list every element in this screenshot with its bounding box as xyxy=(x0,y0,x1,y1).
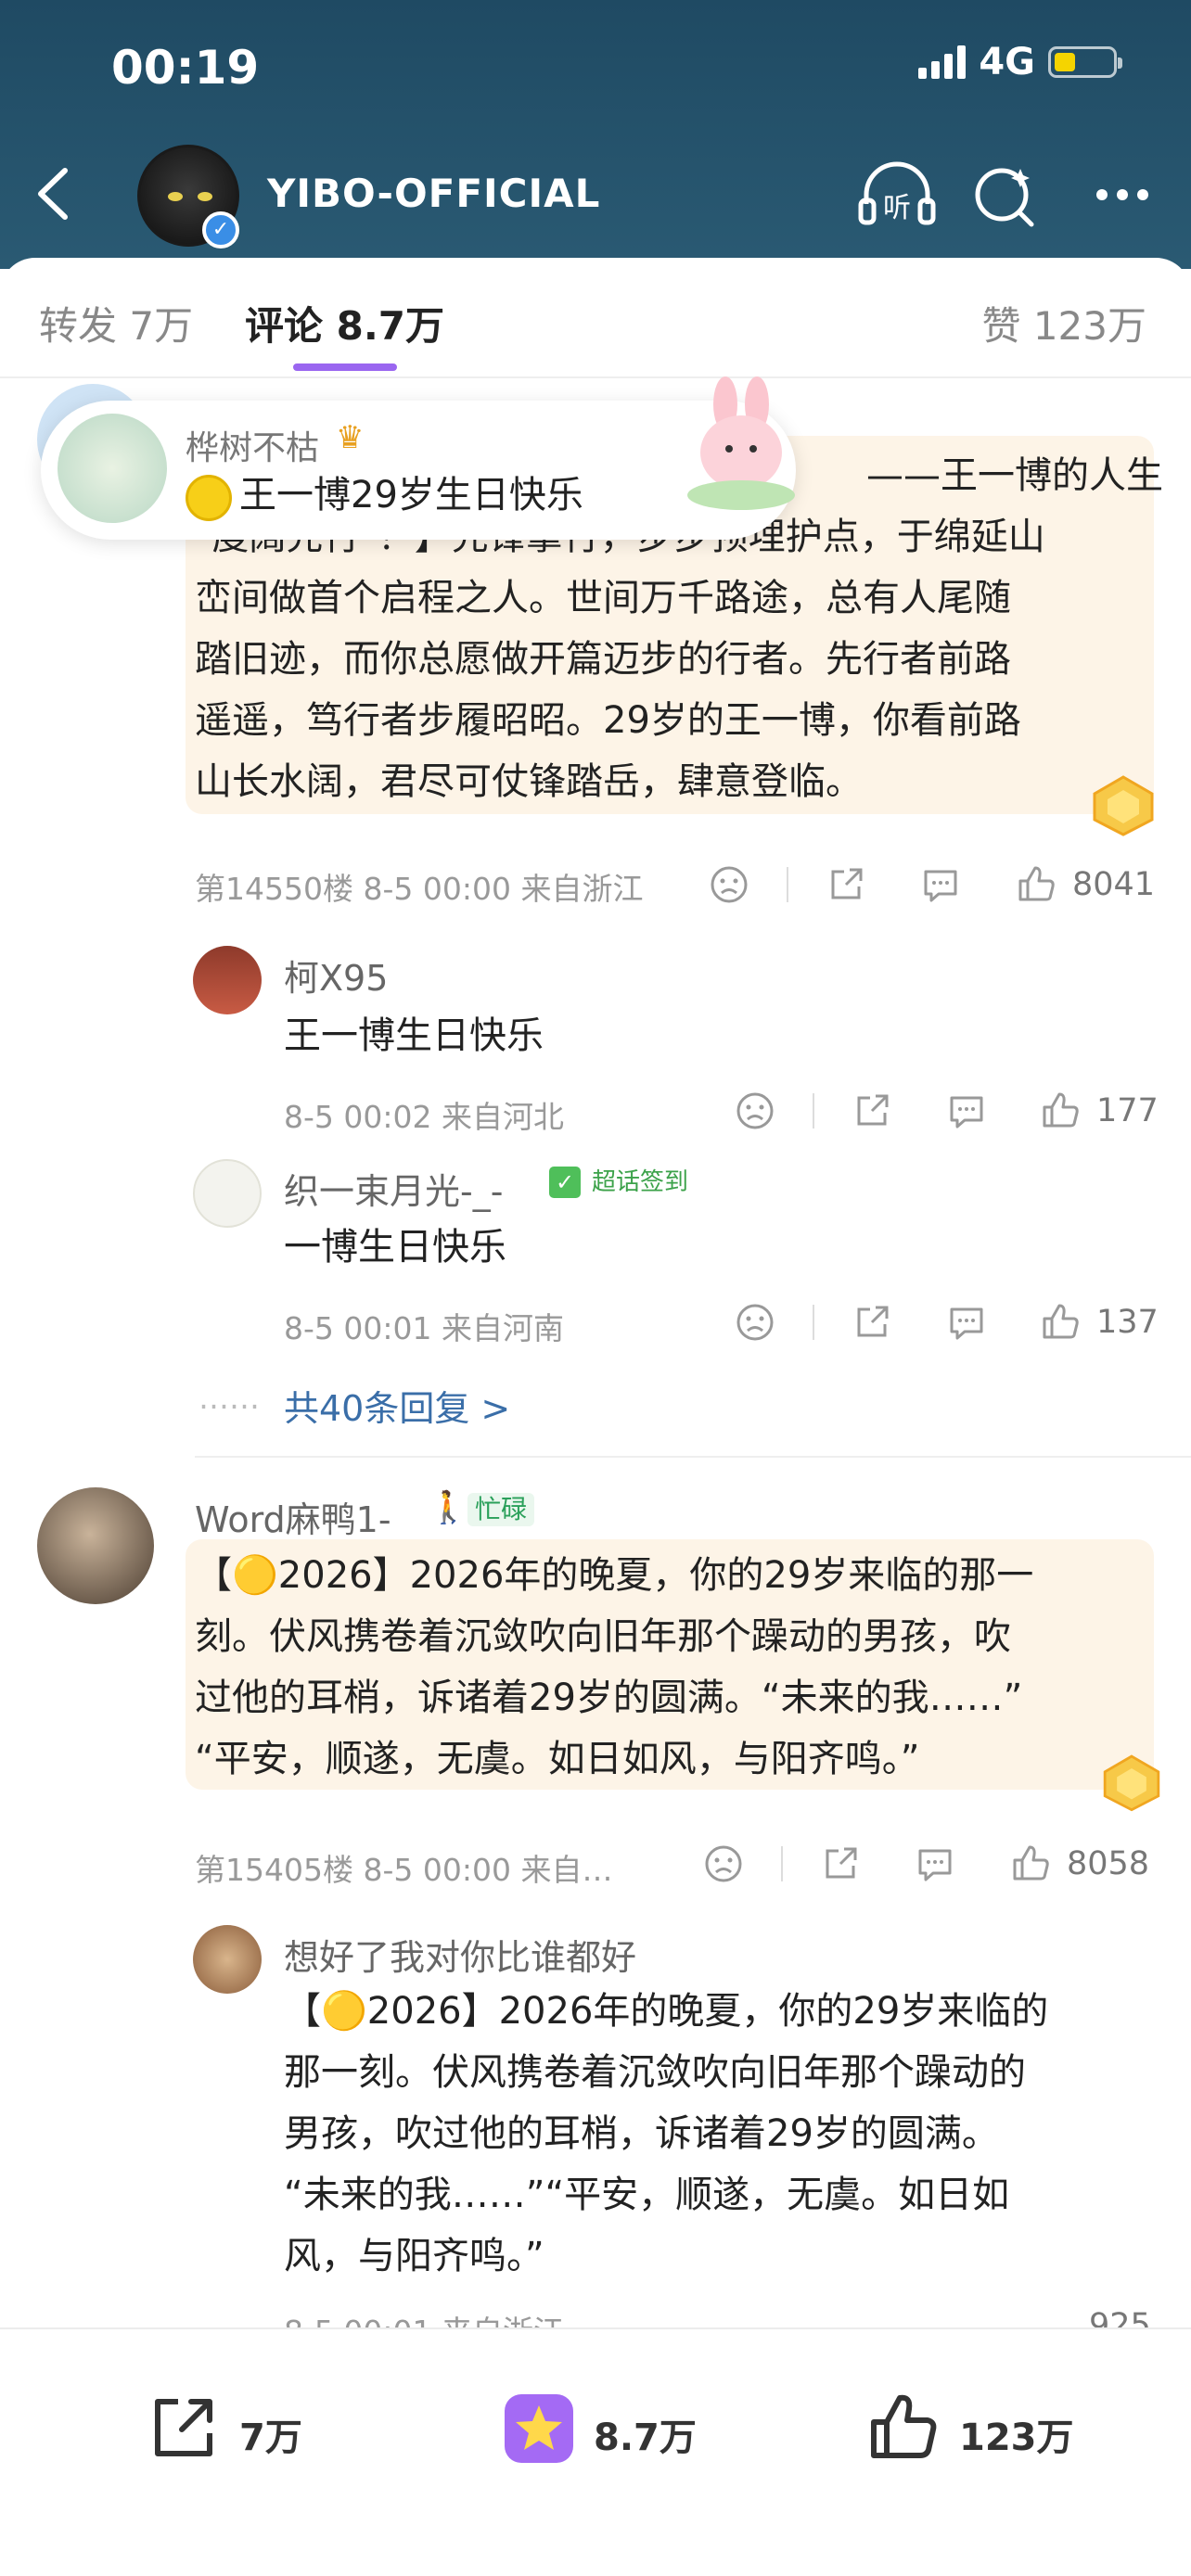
popup-message: 王一博29岁生日快乐 xyxy=(239,474,583,516)
like-count: 177 xyxy=(1096,1092,1159,1129)
tab-likes[interactable]: 赞 123万 xyxy=(981,295,1146,351)
bottom-action-bar: 7万 8.7万 123万 xyxy=(0,2327,1191,2576)
avatar[interactable] xyxy=(193,1159,262,1228)
like-icon[interactable] xyxy=(1015,862,1057,905)
tab-comments[interactable]: 评论 8.7万 xyxy=(245,295,444,351)
comment-user[interactable]: Word麻鸭1- xyxy=(195,1491,391,1542)
like-icon[interactable] xyxy=(1039,1300,1082,1343)
status-icons: 4G xyxy=(918,41,1122,83)
like-count: 8058 xyxy=(1067,1845,1150,1882)
popup-avatar xyxy=(58,414,167,523)
divider xyxy=(195,1456,1191,1458)
comment-text-line: 刻。伏风携卷着沉敛吹向旧年那个躁动的男孩，吹 xyxy=(195,1615,1011,1658)
share-icon[interactable] xyxy=(826,864,866,905)
like-icon[interactable] xyxy=(1039,1089,1082,1131)
bunny-sticker-icon xyxy=(687,376,795,510)
comment-text-line: 【🟡2026】2026年的晚夏，你的29岁来临的那一 xyxy=(195,1554,1034,1597)
comment-text-line: 遥遥，笃行者步履昭昭。29岁的王一博，你看前路 xyxy=(195,699,1021,742)
more-replies-dots: …… xyxy=(198,1380,260,1416)
like-count: 8041 xyxy=(1072,866,1156,903)
reply-icon[interactable] xyxy=(946,1090,987,1131)
reply-icon[interactable] xyxy=(915,1843,955,1884)
comment-meta: 第14550楼 8-5 00:00 来自浙江 xyxy=(195,871,644,907)
signal-icon xyxy=(918,45,967,79)
like-count: 137 xyxy=(1096,1304,1159,1341)
like-total[interactable]: 123万 xyxy=(959,2407,1074,2461)
reply-text: 一博生日快乐 xyxy=(284,1226,506,1269)
popup-user: 桦树不枯 xyxy=(186,429,320,467)
battery-icon xyxy=(1048,46,1122,78)
search-icon[interactable] xyxy=(965,158,1048,232)
reply-text-line: 男孩，吹过他的耳梢，诉诸着29岁的圆满。 xyxy=(284,2112,999,2155)
reply-user[interactable]: 织一束月光-_- xyxy=(284,1163,503,1214)
comment-text-line: 过他的耳梢，诉诸着29岁的圆满。“未来的我……” xyxy=(195,1677,1023,1719)
verified-icon: ✓ xyxy=(202,211,239,249)
crown-badge-icon xyxy=(1103,1754,1160,1812)
reply-meta: 8-5 00:02 来自河北 xyxy=(284,1099,564,1135)
avatar[interactable] xyxy=(193,1925,262,1994)
like-thumb-icon[interactable] xyxy=(866,2389,942,2465)
more-icon[interactable] xyxy=(1083,158,1167,232)
reply-user[interactable]: 想好了我对你比谁都好 xyxy=(284,1929,636,1980)
comment-text-line: 峦间做首个启程之人。世间万千路途，总有人尾随 xyxy=(195,577,1011,619)
star-comment-icon[interactable] xyxy=(501,2391,577,2467)
reply-text-line: “未来的我……”“平安，顺遂，无虞。如日如 xyxy=(284,2174,1010,2216)
comment-text-line: 踏旧迹，而你总愿做开篇迈步的行者。先行者前路 xyxy=(195,638,1011,681)
like-icon[interactable] xyxy=(1009,1842,1052,1884)
dislike-face-icon[interactable] xyxy=(735,1090,775,1131)
crown-badge-icon xyxy=(1093,775,1154,836)
reply-user[interactable]: 柯X95 xyxy=(284,950,388,1001)
reply-text-line: 风，与阳齐鸣。” xyxy=(284,2235,544,2277)
repost-count[interactable]: 7万 xyxy=(239,2407,302,2461)
dislike-face-icon[interactable] xyxy=(703,1843,744,1884)
checkin-badge: 超话签到 xyxy=(592,1168,689,1196)
comment-text-line: “平安，顺遂，无虞。如日如风，与阳齐鸣。” xyxy=(195,1738,920,1780)
walking-icon: 🚶 xyxy=(429,1489,468,1526)
listen-icon[interactable]: 听 xyxy=(855,158,939,232)
crown-icon: ♛ xyxy=(336,419,365,456)
share-icon[interactable] xyxy=(820,1843,861,1884)
tab-bar: 转发 7万 评论 8.7万 赞 123万 xyxy=(0,258,1191,378)
share-icon[interactable] xyxy=(852,1302,892,1343)
app-header: 00:19 4G ✓ YIBO-OFFICIAL 听 xyxy=(0,0,1191,269)
avatar[interactable] xyxy=(193,946,262,1014)
status-badge: 忙碌 xyxy=(467,1493,535,1526)
dislike-face-icon[interactable] xyxy=(709,864,749,905)
gift-popup[interactable]: 桦树不枯 ♛ 王一博29岁生日快乐 xyxy=(41,376,796,540)
reply-text-line: 【🟡2026】2026年的晚夏，你的29岁来临的 xyxy=(284,1990,1049,2033)
reply-icon[interactable] xyxy=(946,1302,987,1343)
back-icon[interactable] xyxy=(26,161,82,226)
comment-meta: 第15405楼 8-5 00:00 来自… xyxy=(195,1852,613,1888)
account-name[interactable]: YIBO-OFFICIAL xyxy=(267,171,600,216)
comment-count[interactable]: 8.7万 xyxy=(594,2407,697,2461)
reply-text-line: 那一刻。伏风携卷着沉敛吹向旧年那个躁动的 xyxy=(284,2051,1026,2094)
active-tab-indicator xyxy=(293,363,397,371)
listen-label: 听 xyxy=(883,192,911,224)
repost-icon[interactable] xyxy=(147,2391,221,2465)
comment-text-line: 山长水阔，君尽可仗锋踏岳，肆意登临。 xyxy=(195,760,863,803)
avatar[interactable] xyxy=(37,1487,154,1604)
yellow-circle-icon xyxy=(186,475,232,521)
more-replies-link[interactable]: 共40条回复 > xyxy=(284,1380,510,1431)
network-label: 4G xyxy=(979,41,1035,83)
nav-bar: ✓ YIBO-OFFICIAL 听 xyxy=(0,139,1191,250)
checkin-icon: ✓ xyxy=(549,1167,581,1198)
reply-text: 王一博生日快乐 xyxy=(284,1014,544,1057)
tab-repost[interactable]: 转发 7万 xyxy=(39,295,193,351)
comment-text-line: ——王一博的人生 xyxy=(866,454,1163,497)
dislike-face-icon[interactable] xyxy=(735,1302,775,1343)
status-time: 00:19 xyxy=(111,41,260,95)
reply-meta: 8-5 00:01 来自河南 xyxy=(284,1310,564,1346)
reply-icon[interactable] xyxy=(920,864,961,905)
share-icon[interactable] xyxy=(852,1090,892,1131)
